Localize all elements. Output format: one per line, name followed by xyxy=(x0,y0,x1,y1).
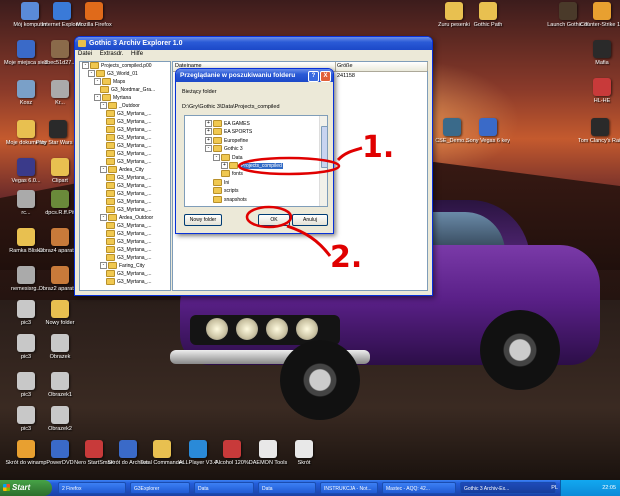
taskbar-button[interactable]: Gothic 3 Archiv-Ex... xyxy=(460,482,556,494)
start-label: Start xyxy=(12,483,31,492)
system-tray: 22:05 xyxy=(560,480,620,496)
language-indicator[interactable]: PL xyxy=(551,483,558,493)
taskbar-button[interactable]: INSTRUKCJA - Not... xyxy=(320,482,378,494)
circle-ok-button xyxy=(245,205,293,229)
taskbar-button[interactable]: G3Explorer xyxy=(130,482,190,494)
arrow-1-line xyxy=(336,146,363,162)
clock[interactable]: 22:05 xyxy=(602,485,616,491)
taskbar: Start 2 Firefox G3Explorer Data Data INSTRUK… xyxy=(0,480,620,496)
arrow-2-line xyxy=(286,224,332,257)
annotation-marks xyxy=(237,146,363,257)
annotation-two: 2. xyxy=(330,240,363,275)
taskbar-button[interactable]: Mastec - AQQ: 42... xyxy=(382,482,456,494)
start-button[interactable]: Start xyxy=(0,480,52,496)
taskbar-button[interactable]: 2 Firefox xyxy=(58,482,126,494)
windows-logo-icon xyxy=(3,484,10,491)
annotation-one: 1. xyxy=(362,130,395,165)
taskbar-button[interactable]: Data xyxy=(258,482,316,494)
circle-projects-compiled xyxy=(237,156,341,176)
taskbar-button[interactable]: Data xyxy=(194,482,254,494)
